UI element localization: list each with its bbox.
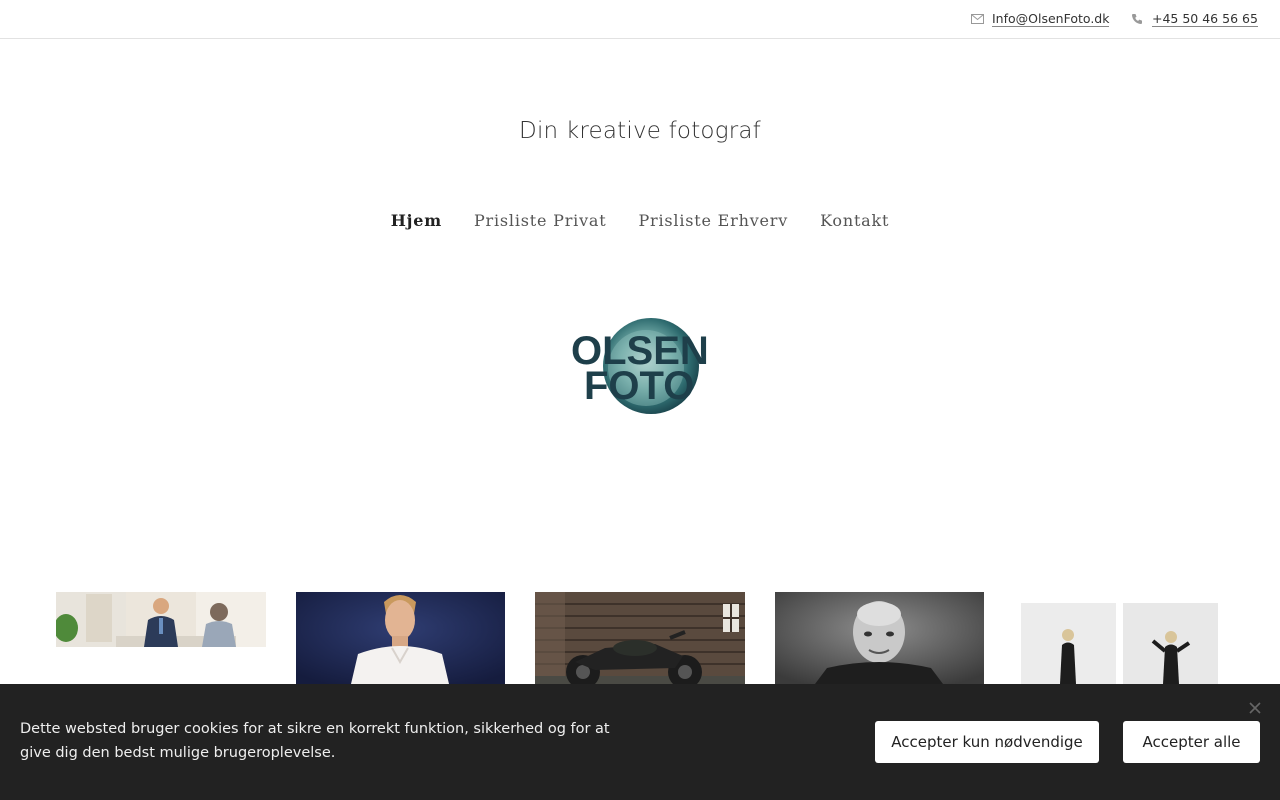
header-email: Info@OlsenFoto.dk: [970, 10, 1110, 28]
accept-all-button[interactable]: Accepter alle: [1123, 721, 1260, 763]
header-phone: +45 50 46 56 65: [1130, 10, 1258, 28]
gallery-photo-motorcycle[interactable]: [535, 592, 745, 684]
site-tagline: Din kreative fotograf: [519, 118, 761, 144]
nav-item-prisliste-privat[interactable]: Prisliste Privat: [474, 211, 607, 230]
nav-item-hjem[interactable]: Hjem: [391, 211, 442, 230]
phone-link[interactable]: +45 50 46 56 65: [1152, 11, 1258, 27]
mail-icon: [970, 12, 984, 26]
gallery-photo-business-meeting[interactable]: [56, 592, 266, 647]
gallery-photo-man-portrait-blue[interactable]: [296, 592, 505, 684]
accept-necessary-button[interactable]: Accepter kun nødvendige: [875, 721, 1099, 763]
phone-icon: [1130, 12, 1144, 26]
gallery-photo-woman-bw[interactable]: [1021, 603, 1218, 684]
logo-line2: FOTO: [584, 364, 694, 408]
nav-item-prisliste-erhverv[interactable]: Prisliste Erhverv: [638, 211, 788, 230]
close-icon[interactable]: [1246, 699, 1264, 717]
gallery-photo-man-portrait-bw[interactable]: [775, 592, 984, 684]
cookie-banner: Dette websted bruger cookies for at sikr…: [0, 684, 1280, 800]
main-nav: Hjem Prisliste Privat Prisliste Erhverv …: [0, 211, 1280, 230]
nav-item-kontakt[interactable]: Kontakt: [820, 211, 889, 230]
email-link[interactable]: Info@OlsenFoto.dk: [992, 11, 1110, 27]
cookie-text: Dette websted bruger cookies for at sikr…: [20, 721, 610, 761]
top-bar: Info@OlsenFoto.dk +45 50 46 56 65: [0, 0, 1280, 39]
olsen-foto-logo[interactable]: OLSEN FOTO: [568, 315, 713, 417]
